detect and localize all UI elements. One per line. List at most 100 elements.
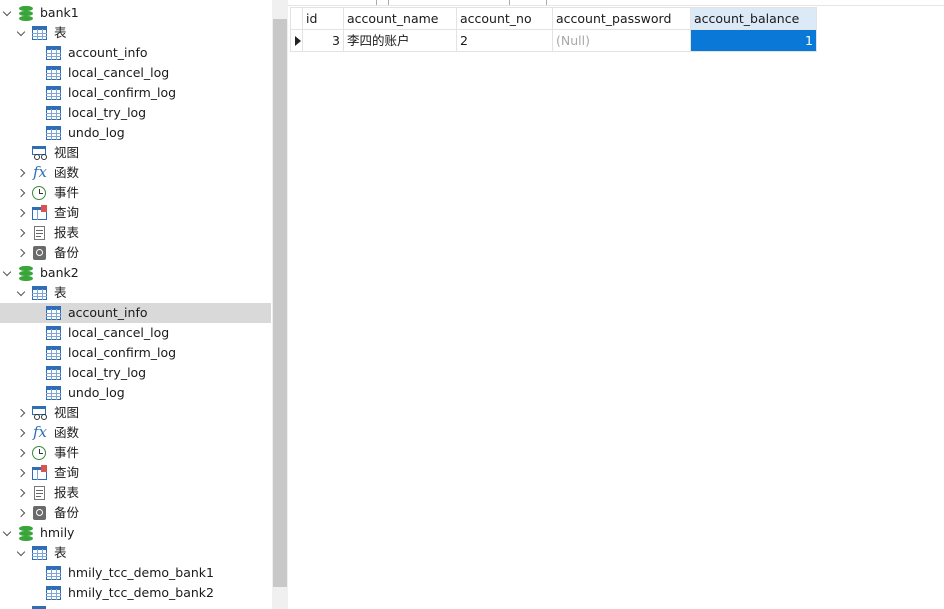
tree-group-label: 视图 [54,405,80,420]
chevron-right-icon[interactable] [18,206,30,220]
tree-group-backups[interactable]: 备份 [0,503,271,523]
chevron-right-icon[interactable] [18,466,30,480]
tree-group-queries[interactable]: 查询 [0,463,271,483]
tree-group-label: 备份 [54,245,80,260]
chevron-down-icon[interactable] [2,266,14,280]
tree-table-label: hmily_tcc_demo_bank1 [68,565,214,580]
tree-table-item[interactable]: undo_log [0,383,271,403]
table-icon [45,585,62,601]
chevron-down-icon[interactable] [2,526,14,540]
tree-group-tables[interactable]: 表 [0,23,271,43]
tree-table-item[interactable]: undo_log [0,123,271,143]
report-icon [31,225,48,241]
tree-table-item[interactable]: account_info [0,43,271,63]
database-icon [19,5,33,21]
tree-group-reports[interactable]: 报表 [0,483,271,503]
tree-table-label: local_cancel_log [68,65,170,80]
chevron-right-icon[interactable] [18,186,30,200]
cell-account-balance[interactable]: 1 [690,29,817,52]
tree-group-functions[interactable]: fx 函数 [0,423,271,443]
grid-header-row: id account_name account_no account_passw… [290,7,817,30]
table-icon [45,345,62,361]
tree-table-item[interactable]: local_cancel_log [0,63,271,83]
table-icon [45,565,62,581]
chevron-right-icon[interactable] [18,506,30,520]
tree-group-tables[interactable]: 表 [0,283,271,303]
tree-group-tables[interactable]: 表 [0,543,271,563]
table-icon [31,285,48,301]
tree-group-label: 函数 [54,165,80,180]
chevron-right-icon[interactable] [18,426,30,440]
tree-scrollbar[interactable] [272,0,288,609]
column-header-account-name[interactable]: account_name [343,7,457,30]
column-header-account-no[interactable]: account_no [456,7,553,30]
tree-table-item[interactable]: local_confirm_log [0,83,271,103]
tree-group-functions[interactable]: fx 函数 [0,163,271,183]
tree-table-item[interactable]: hmily_tcc_demo_bank1 [0,563,271,583]
tree-db-hmily[interactable]: hmily [0,523,271,543]
column-header-account-balance[interactable]: account_balance [690,7,817,30]
chevron-down-icon[interactable] [16,26,28,40]
chevron-down-icon[interactable] [16,546,28,560]
tree-table-label: local_try_log [68,365,147,380]
tree-group-label: 报表 [54,485,80,500]
tree-group-label: 报表 [54,225,80,240]
tree-table-item-selected[interactable]: account_info [0,303,271,323]
tree-table-label: local_confirm_log [68,345,177,360]
tree-db-bank1[interactable]: bank1 [0,3,271,23]
tree-group-label: 事件 [54,185,80,200]
chevron-down-icon[interactable] [16,286,28,300]
tree-group-events[interactable]: 事件 [0,183,271,203]
tree-table-item[interactable]: local_try_log [0,103,271,123]
current-row-arrow-icon [290,29,303,52]
data-grid-panel: id account_name account_no account_passw… [288,0,944,609]
database-icon [19,265,33,281]
scrollbar-thumb[interactable] [273,19,287,587]
column-header-account-password[interactable]: account_password [552,7,691,30]
tree-group-label: 表 [54,545,67,560]
table-icon [45,85,62,101]
cell-id[interactable]: 3 [302,29,344,52]
tree-db-label: bank2 [40,265,79,280]
row-marker-header [290,7,303,30]
chevron-right-icon[interactable] [18,166,30,180]
tree-group-views[interactable] [0,603,271,609]
tree-group-queries[interactable]: 查询 [0,203,271,223]
tree-table-label: local_cancel_log [68,325,170,340]
chevron-right-icon[interactable] [18,446,30,460]
tree-table-item[interactable]: local_try_log [0,363,271,383]
tree-db-bank2[interactable]: bank2 [0,263,271,283]
chevron-right-icon[interactable] [18,226,30,240]
tree-table-label: undo_log [68,385,125,400]
result-grid[interactable]: id account_name account_no account_passw… [290,7,817,52]
table-row[interactable]: 3 李四的账户 2 (Null) 1 [290,29,817,52]
view-icon [31,145,48,161]
tree-table-item[interactable]: hmily_tcc_demo_bank2 [0,583,271,603]
report-icon [31,485,48,501]
tree-table-item[interactable]: local_cancel_log [0,323,271,343]
tree-db-label: hmily [40,525,75,540]
tree-group-label: 查询 [54,205,80,220]
tree-group-reports[interactable]: 报表 [0,223,271,243]
chevron-down-icon[interactable] [2,6,14,20]
cell-account-name[interactable]: 李四的账户 [343,29,457,52]
tree-group-events[interactable]: 事件 [0,443,271,463]
cell-account-password[interactable]: (Null) [552,29,691,52]
cell-account-no[interactable]: 2 [456,29,553,52]
column-header-id[interactable]: id [302,7,344,30]
tree-group-backups[interactable]: 备份 [0,243,271,263]
tree-table-label: undo_log [68,125,125,140]
tree-table-label: account_info [68,305,148,320]
chevron-right-icon[interactable] [18,486,30,500]
tree-table-item[interactable]: local_confirm_log [0,343,271,363]
table-icon [45,125,62,141]
chevron-right-icon[interactable] [18,246,30,260]
tree-group-views[interactable]: 视图 [0,143,271,163]
chevron-right-icon[interactable] [18,406,30,420]
query-icon [31,465,48,481]
function-icon: fx [33,163,48,181]
table-icon [45,65,62,81]
backup-icon [31,505,48,521]
toolbar-edge [288,0,944,6]
tree-group-views[interactable]: 视图 [0,403,271,423]
